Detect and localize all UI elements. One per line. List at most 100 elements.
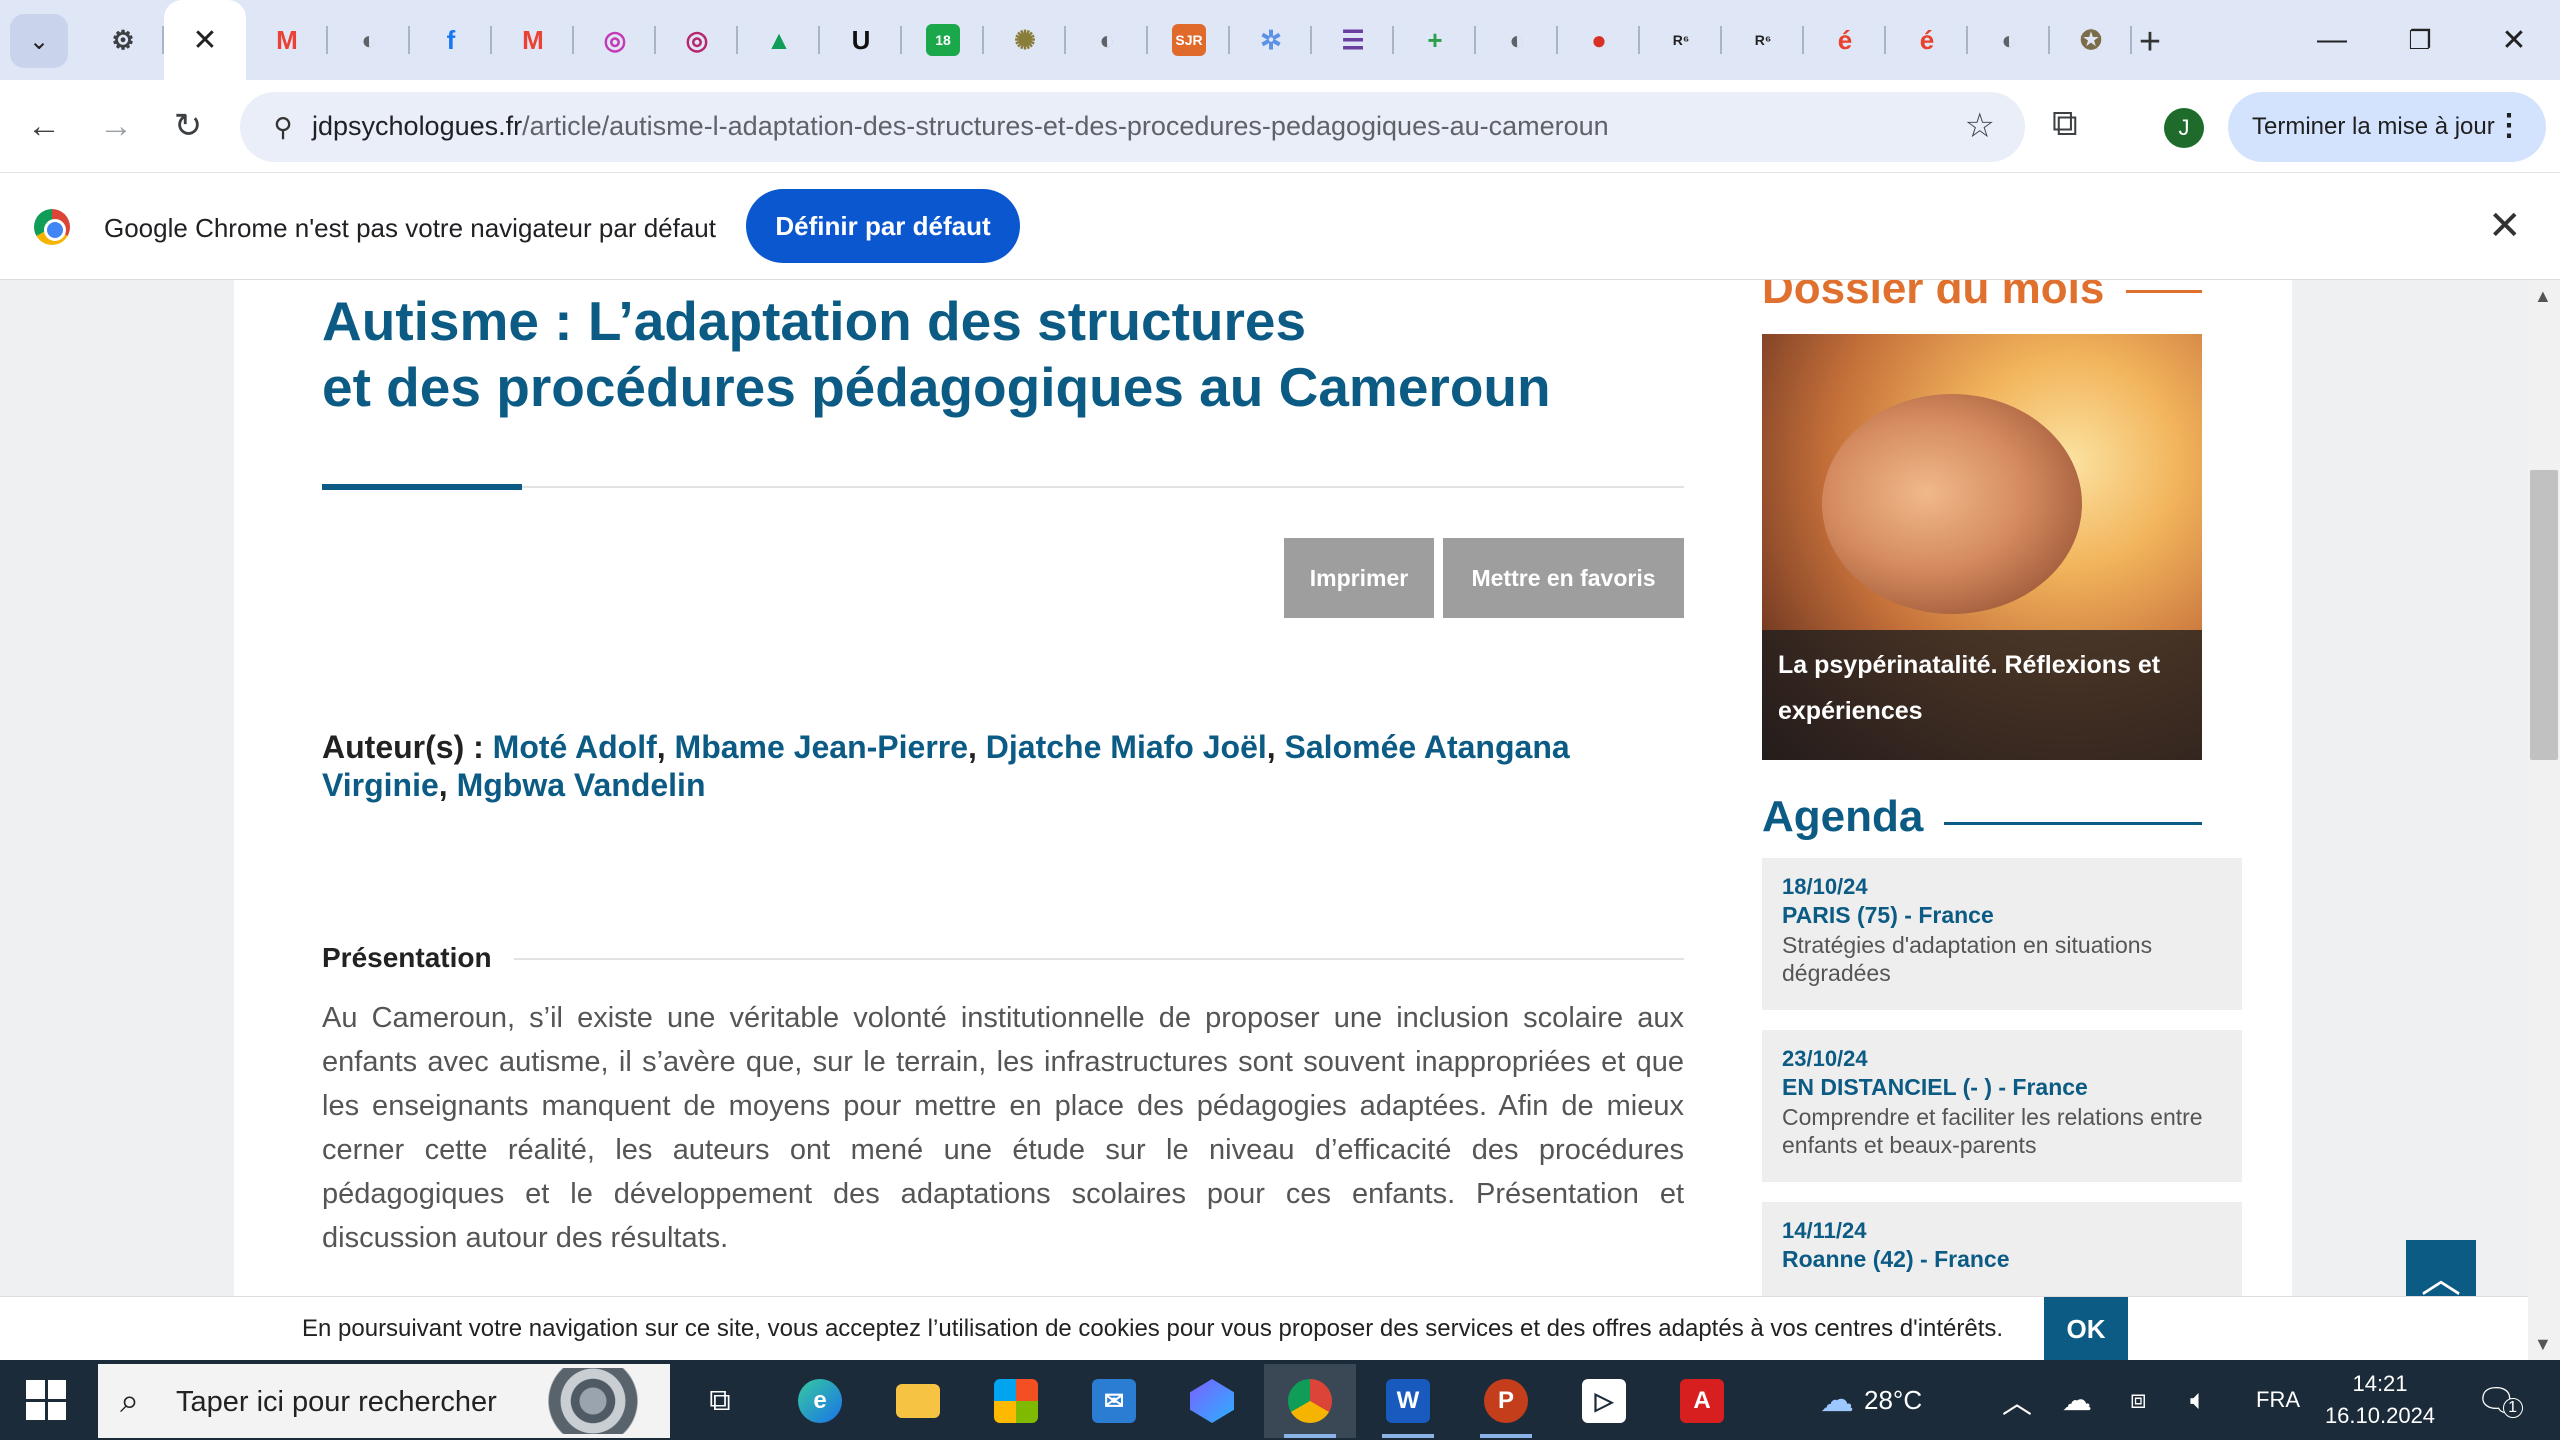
minimize-button[interactable]: — bbox=[2302, 18, 2362, 62]
taskbar-powerpoint[interactable]: P bbox=[1460, 1364, 1552, 1438]
infobar-close-icon[interactable]: ✕ bbox=[2488, 203, 2522, 249]
notification-count: 1 bbox=[2502, 1398, 2523, 1418]
set-default-button[interactable]: Définir par défaut bbox=[746, 189, 1020, 263]
finish-update-button[interactable]: Terminer la mise à jour ⋮ bbox=[2228, 92, 2546, 162]
browser-tab[interactable]: 18 bbox=[902, 0, 984, 80]
address-bar[interactable]: ⚲ jdpsychologues.fr/article/autisme-l-ad… bbox=[240, 92, 2025, 162]
reload-button[interactable]: ↻ bbox=[164, 102, 212, 150]
taskbar-clock[interactable]: 14:21 16.10.2024 bbox=[2320, 1368, 2440, 1432]
tab-search-button[interactable]: ⌄ bbox=[10, 14, 68, 68]
dossier-heading: Dossier du mois bbox=[1762, 280, 2104, 314]
edge-icon: e bbox=[798, 1379, 842, 1423]
back-button[interactable]: ← bbox=[20, 102, 68, 150]
language-indicator[interactable]: FRA bbox=[2256, 1360, 2300, 1440]
taskbar-file-explorer[interactable] bbox=[872, 1364, 964, 1438]
browser-tab[interactable]: ◎ bbox=[656, 0, 738, 80]
tray-overflow-chevron-icon[interactable]: ︿ bbox=[2002, 1360, 2032, 1440]
browser-tab[interactable]: ⚙ bbox=[82, 0, 164, 80]
browser-tab[interactable]: é bbox=[1804, 0, 1886, 80]
finish-update-label: Terminer la mise à jour bbox=[2252, 113, 2495, 140]
close-window-button[interactable]: ✕ bbox=[2484, 18, 2544, 62]
section-title: Présentation bbox=[322, 942, 492, 973]
scrollbar-thumb[interactable] bbox=[2530, 470, 2558, 760]
scroll-up-arrow-icon[interactable]: ▲ bbox=[2534, 286, 2552, 307]
browser-tab[interactable]: ◎ bbox=[574, 0, 656, 80]
scroll-down-arrow-icon[interactable]: ▼ bbox=[2534, 1334, 2552, 1355]
author-list: Moté Adolf, Mbame Jean-Pierre, Djatche M… bbox=[322, 729, 1570, 803]
taskbar-chrome[interactable] bbox=[1264, 1364, 1356, 1438]
active-browser-tab[interactable]: ✕ bbox=[164, 0, 246, 80]
print-button[interactable]: Imprimer bbox=[1284, 538, 1434, 618]
dossier-caption[interactable]: La psypérinatalité. Réflexions et expéri… bbox=[1762, 630, 2202, 760]
clock-date: 16.10.2024 bbox=[2324, 1403, 2436, 1428]
add-favorite-button[interactable]: Mettre en favoris bbox=[1443, 538, 1684, 618]
favicon-seal-icon: ✪ bbox=[2080, 24, 2102, 55]
site-info-icon[interactable]: ⚲ bbox=[264, 108, 302, 146]
page-scrollbar[interactable] bbox=[2528, 280, 2560, 1360]
chrome-icon bbox=[1288, 1379, 1332, 1423]
default-browser-infobar: Google Chrome n'est pas votre navigateur… bbox=[0, 172, 2560, 280]
browser-tab[interactable]: + bbox=[1394, 0, 1476, 80]
browser-tab[interactable]: R⁶ bbox=[1640, 0, 1722, 80]
author-link[interactable]: Mgbwa Vandelin bbox=[457, 767, 706, 803]
taskbar-word[interactable]: W bbox=[1362, 1364, 1454, 1438]
taskbar-store[interactable] bbox=[970, 1364, 1062, 1438]
browser-tab[interactable]: ● bbox=[1558, 0, 1640, 80]
browser-tab[interactable]: SJR bbox=[1148, 0, 1230, 80]
profile-avatar[interactable]: J bbox=[2164, 108, 2204, 148]
section-divider bbox=[514, 958, 1684, 960]
clock-time: 14:21 bbox=[2352, 1371, 2408, 1396]
browser-tab[interactable]: ✲ bbox=[1230, 0, 1312, 80]
browser-tab[interactable]: ◐ bbox=[1066, 0, 1148, 80]
taskbar-acrobat[interactable]: A bbox=[1656, 1364, 1748, 1438]
dossier-heading-text: Dossier du mois bbox=[1762, 280, 2105, 313]
agenda-event[interactable]: 23/10/24 EN DISTANCIEL (- ) - France Compr… bbox=[1762, 1030, 2242, 1182]
browser-tab[interactable]: M bbox=[246, 0, 328, 80]
agenda-event[interactable]: 18/10/24 PARIS (75) - France Stratégies d'… bbox=[1762, 858, 2242, 1010]
browser-tab[interactable]: ◐ bbox=[328, 0, 410, 80]
dossier-image[interactable]: La psypérinatalité. Réflexions et expéri… bbox=[1762, 334, 2202, 760]
copilot-icon bbox=[1190, 1379, 1234, 1423]
url-text[interactable]: jdpsychologues.fr/article/autisme-l-adap… bbox=[312, 111, 1609, 142]
page-viewport: Autisme : L’adaptation des structures et… bbox=[0, 280, 2560, 1360]
author-link[interactable]: Djatche Miafo Joël bbox=[986, 729, 1267, 765]
browser-tab[interactable]: ◐ bbox=[1476, 0, 1558, 80]
bookmark-star-icon[interactable]: ☆ bbox=[1965, 106, 1995, 146]
task-view-button[interactable]: ⧉ bbox=[674, 1364, 766, 1438]
browser-tab[interactable]: M bbox=[492, 0, 574, 80]
extensions-puzzle-icon[interactable]: ⧉ bbox=[2052, 102, 2078, 145]
taskbar-search-box[interactable]: ⌕ Taper ici pour rechercher bbox=[98, 1364, 670, 1438]
notification-center-button[interactable]: 🗨︎ 1 bbox=[2476, 1360, 2523, 1440]
network-icon[interactable]: ⧈ bbox=[2130, 1360, 2147, 1440]
browser-tab[interactable]: ▲ bbox=[738, 0, 820, 80]
taskbar-copilot[interactable] bbox=[1166, 1364, 1258, 1438]
browser-tab[interactable]: é bbox=[1886, 0, 1968, 80]
browser-tab[interactable]: U bbox=[820, 0, 902, 80]
close-tab-icon[interactable]: ✕ bbox=[192, 23, 217, 58]
windows-start-icon[interactable] bbox=[26, 1380, 66, 1420]
volume-icon[interactable]: 🔈︎ bbox=[2190, 1360, 2207, 1440]
favicon-ring-icon: ◎ bbox=[685, 24, 709, 55]
favicon-record-icon: ● bbox=[1591, 24, 1607, 55]
author-link[interactable]: Moté Adolf bbox=[493, 729, 657, 765]
agenda-event-date: 18/10/24 bbox=[1782, 874, 1868, 899]
author-link[interactable]: Mbame Jean-Pierre bbox=[675, 729, 968, 765]
taskbar-mail[interactable]: ✉ bbox=[1068, 1364, 1160, 1438]
browser-tab[interactable]: f bbox=[410, 0, 492, 80]
browser-tab[interactable]: R⁶ bbox=[1722, 0, 1804, 80]
title-divider-accent bbox=[322, 484, 522, 490]
browser-tab[interactable]: ☰ bbox=[1312, 0, 1394, 80]
weather-widget[interactable]: ☁ 28°C bbox=[1820, 1360, 1922, 1440]
browser-tab[interactable]: ✺ bbox=[984, 0, 1066, 80]
favicon-gmail-icon: M bbox=[522, 24, 544, 55]
forward-button[interactable]: → bbox=[92, 102, 140, 150]
browser-tab[interactable]: ◐ bbox=[1968, 0, 2050, 80]
onedrive-cloud-icon[interactable]: ☁ bbox=[2062, 1360, 2092, 1440]
new-tab-button[interactable]: + bbox=[2128, 20, 2172, 64]
cookie-ok-button[interactable]: OK bbox=[2044, 1297, 2128, 1360]
taskbar-edge[interactable]: e bbox=[774, 1364, 866, 1438]
browser-tab[interactable]: ✪ bbox=[2050, 0, 2132, 80]
agenda-event-place: Roanne (42) - France bbox=[1782, 1246, 2010, 1272]
restore-button[interactable]: ❐ bbox=[2390, 18, 2450, 62]
taskbar-app-arrow[interactable]: ▷ bbox=[1558, 1364, 1650, 1438]
